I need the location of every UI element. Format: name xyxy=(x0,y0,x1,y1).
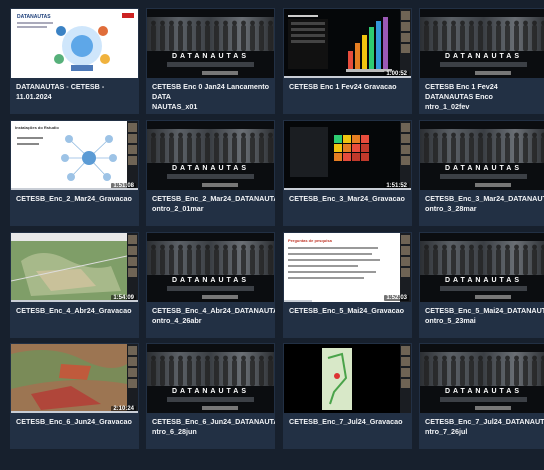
video-card[interactable]: 1:54:09 CETESB_Enc_4_Abr24_Gravacao xyxy=(10,232,139,338)
datanautas-title: DATANAUTAS xyxy=(444,53,523,60)
video-card[interactable]: Perguntas de pesquisa 1:52:03 CETESB_Enc_… xyxy=(283,232,412,338)
video-card[interactable]: DATANAUTAS CETESB Enc 1 Fev24 DATANAUTAS… xyxy=(419,8,544,114)
datanautas-title: DATANAUTAS xyxy=(171,388,250,395)
video-thumbnail[interactable]: DATANAUTAS xyxy=(147,9,274,78)
video-card[interactable]: DATANAUTAS CETESB_Enc_5_Mai24_DATANAUTAS… xyxy=(419,232,544,338)
video-title[interactable]: CETESB_Enc_3_Mar24_DATANAUTAS_Enc ontro_… xyxy=(425,194,544,214)
video-title[interactable]: DATANAUTAS - CETESB - 11.01.2024 xyxy=(16,82,135,102)
video-title[interactable]: CETESB_Enc_7_Jul24_DATANAUTAS_Enco ntro_… xyxy=(425,417,544,437)
video-duration: 1:52:03 xyxy=(384,295,409,301)
watch-progress-bar xyxy=(284,188,411,190)
video-thumbnail[interactable]: DATANAUTAS xyxy=(147,233,274,302)
video-thumbnail[interactable]: 1:51:52 xyxy=(284,121,411,190)
video-thumbnail[interactable]: Instalações do Rstudio 1:51:08 xyxy=(11,121,138,190)
watch-progress-bar xyxy=(11,188,138,190)
video-thumbnail[interactable]: DATANAUTAS xyxy=(147,121,274,190)
video-card[interactable]: DATANAUTAS CETESB_Enc_4_Abr24_DATANAUTAS… xyxy=(146,232,275,338)
video-title[interactable]: CETESB_Enc_7_Jul24_Gravacao xyxy=(289,417,408,427)
video-card[interactable]: CETESB_Enc_7_Jul24_Gravacao xyxy=(283,343,412,449)
datanautas-title: DATANAUTAS xyxy=(444,277,523,284)
video-thumbnail[interactable]: DATANAUTAS xyxy=(11,9,138,78)
video-title[interactable]: CETESB_Enc_3_Mar24_Gravacao xyxy=(289,194,408,204)
datanautas-title: DATANAUTAS xyxy=(171,53,250,60)
video-card[interactable]: DATANAUTAS CETESB_Enc_7_Jul24_DATANAUTAS… xyxy=(419,343,544,449)
video-card[interactable]: DATANAUTAS CETESB_Enc_2_Mar24_DATANAUTAS… xyxy=(146,120,275,226)
video-thumbnail[interactable]: DATANAUTAS xyxy=(420,344,544,413)
video-card[interactable]: 1:51:52 CETESB_Enc_3_Mar24_Gravacao xyxy=(283,120,412,226)
video-thumbnail[interactable]: DATANAUTAS xyxy=(420,9,544,78)
video-thumbnail[interactable]: DATANAUTAS xyxy=(147,344,274,413)
video-card[interactable]: DATANAUTAS CETESB_Enc_3_Mar24_DATANAUTAS… xyxy=(419,120,544,226)
video-thumbnail[interactable]: 2:10:24 xyxy=(11,344,138,413)
watch-progress-bar xyxy=(11,411,138,413)
video-title[interactable]: CETESB_Enc_5_Mai24_Gravacao xyxy=(289,306,408,316)
datanautas-title: DATANAUTAS xyxy=(444,165,523,172)
video-title[interactable]: CETESB_Enc_6_Jun24_Gravacao xyxy=(16,417,135,427)
video-card[interactable]: DATANAUTAS CETESB_Enc_6_Jun24_DATANAUTAS… xyxy=(146,343,275,449)
watch-progress-bar xyxy=(284,300,312,302)
video-title[interactable]: CETESB_Enc_2_Mar24_Gravacao xyxy=(16,194,135,204)
video-title[interactable]: CETESB_Enc_4_Abr24_DATANAUTAS_Enc ontro_… xyxy=(152,306,275,326)
video-title[interactable]: CETESB_Enc_4_Abr24_Gravacao xyxy=(16,306,135,316)
watch-progress-bar xyxy=(11,300,138,302)
video-title[interactable]: CETESB_Enc_6_Jun24_DATANAUTAS_Enco ntro_… xyxy=(152,417,275,437)
video-title[interactable]: CETESB Enc 1 Fev24 Gravacao xyxy=(289,82,408,92)
datanautas-title: DATANAUTAS xyxy=(171,277,250,284)
datanautas-title: DATANAUTAS xyxy=(444,388,523,395)
datanautas-title: DATANAUTAS xyxy=(171,165,250,172)
video-title[interactable]: CETESB_Enc_2_Mar24_DATANAUTAS_Enc ontro_… xyxy=(152,194,275,214)
video-title[interactable]: CETESB Enc 1 Fev24 DATANAUTAS Enco ntro_… xyxy=(425,82,544,112)
video-card[interactable]: DATANAUTAS DATANAUTAS - CETESB - 11.01.2… xyxy=(10,8,139,114)
video-thumbnail[interactable]: 1:00:52 xyxy=(284,9,411,78)
video-thumbnail[interactable]: Perguntas de pesquisa 1:52:03 xyxy=(284,233,411,302)
video-title[interactable]: CETESB_Enc_5_Mai24_DATANAUTAS_Enc ontro_… xyxy=(425,306,544,326)
video-title[interactable]: CETESB Enc 0 Jan24 Lancamento DATA NAUTA… xyxy=(152,82,271,112)
video-thumbnail[interactable]: 1:54:09 xyxy=(11,233,138,302)
watch-progress-bar xyxy=(284,76,411,78)
video-thumbnail[interactable]: DATANAUTAS xyxy=(420,121,544,190)
video-card[interactable]: DATANAUTAS CETESB Enc 0 Jan24 Lancamento… xyxy=(146,8,275,114)
video-card[interactable]: 2:10:24 CETESB_Enc_6_Jun24_Gravacao xyxy=(10,343,139,449)
video-thumbnail[interactable] xyxy=(284,344,411,413)
video-thumbnail[interactable]: DATANAUTAS xyxy=(420,233,544,302)
video-card[interactable]: 1:00:52 CETESB Enc 1 Fev24 Gravacao xyxy=(283,8,412,114)
video-card[interactable]: Instalações do Rstudio 1:51:08 CETESB_Enc… xyxy=(10,120,139,226)
video-grid: DATANAUTAS DATANAUTAS - CETESB - 11.01.2… xyxy=(0,0,544,470)
